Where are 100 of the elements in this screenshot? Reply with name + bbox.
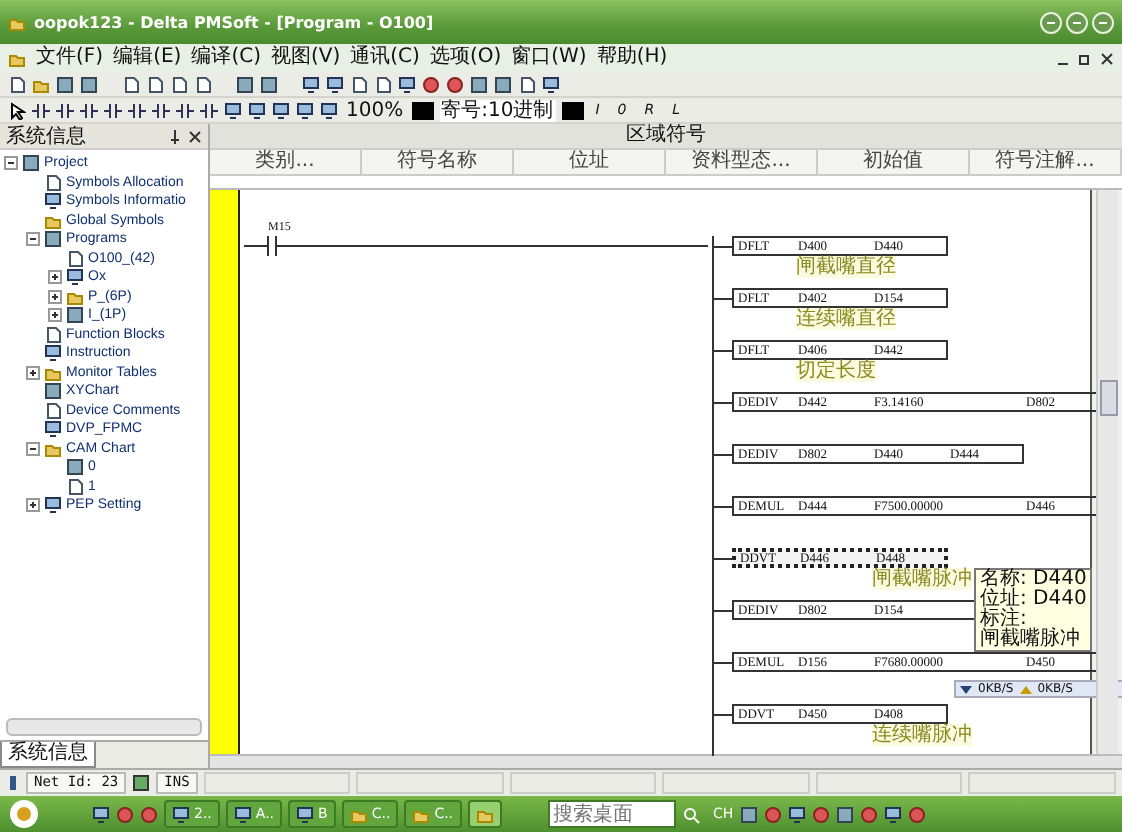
monitor-icon[interactable] bbox=[787, 805, 806, 823]
monitor-icon bbox=[44, 192, 62, 211]
monitor-icon[interactable] bbox=[248, 101, 266, 119]
monitor-icon bbox=[296, 805, 315, 823]
document-icon bbox=[66, 477, 84, 496]
expander-icon[interactable] bbox=[4, 156, 18, 171]
up-arrow-icon bbox=[1019, 683, 1032, 695]
square-icon[interactable] bbox=[56, 75, 74, 93]
operand-comment: 连续嘴直径 bbox=[796, 308, 896, 330]
contact-icon[interactable] bbox=[200, 101, 218, 119]
menu-item[interactable]: 文件(F) bbox=[36, 46, 104, 70]
monitor-icon bbox=[66, 268, 84, 287]
operand-comment: 闸截嘴直径 bbox=[796, 256, 896, 278]
square-icon bbox=[22, 154, 40, 173]
square-icon[interactable] bbox=[470, 75, 488, 93]
contact-icon[interactable] bbox=[80, 101, 98, 119]
panel-title: 系统信息 bbox=[6, 123, 86, 150]
scroll-thumb[interactable] bbox=[1100, 380, 1118, 416]
square-icon bbox=[66, 306, 84, 325]
monitor-icon[interactable] bbox=[320, 101, 338, 119]
expander-icon[interactable] bbox=[48, 308, 62, 323]
square-icon[interactable] bbox=[260, 75, 278, 93]
monitor-icon bbox=[44, 496, 62, 515]
folder-icon bbox=[475, 805, 494, 823]
expander-icon[interactable] bbox=[48, 289, 62, 304]
monitor-icon[interactable] bbox=[883, 805, 902, 823]
restore-icon[interactable] bbox=[1078, 51, 1092, 65]
color-swatch[interactable] bbox=[411, 101, 434, 119]
square-icon bbox=[44, 230, 62, 249]
contact-icon[interactable] bbox=[104, 101, 122, 119]
expander-icon[interactable] bbox=[26, 498, 40, 513]
menu-item[interactable]: 视图(V) bbox=[270, 46, 341, 70]
contact-icon[interactable] bbox=[152, 101, 170, 119]
square-icon[interactable] bbox=[494, 75, 512, 93]
menu-item[interactable]: 选项(O) bbox=[429, 46, 502, 70]
monitor-icon[interactable] bbox=[272, 101, 290, 119]
monitor-icon[interactable] bbox=[326, 75, 344, 93]
monitor-icon bbox=[44, 420, 62, 439]
menu-item[interactable]: 窗口(W) bbox=[511, 46, 587, 70]
color-swatch[interactable] bbox=[561, 101, 584, 119]
indicator-icon bbox=[132, 774, 151, 792]
menu-item[interactable]: 通讯(C) bbox=[350, 46, 420, 70]
document-icon bbox=[44, 401, 62, 420]
contact-icon[interactable] bbox=[176, 101, 194, 119]
contact-icon[interactable] bbox=[128, 101, 146, 119]
monitor-icon[interactable] bbox=[296, 101, 314, 119]
monitor-icon[interactable] bbox=[92, 805, 110, 823]
menu-item[interactable]: 编译(C) bbox=[191, 46, 261, 70]
column-header[interactable]: 符号注解... bbox=[970, 150, 1122, 174]
monitor-icon bbox=[44, 344, 62, 363]
flower-icon[interactable] bbox=[8, 798, 40, 830]
contact-icon[interactable] bbox=[56, 101, 74, 119]
expander-icon[interactable] bbox=[48, 270, 62, 285]
panel-tab[interactable]: 系统信息 bbox=[0, 742, 96, 768]
round-icon[interactable] bbox=[763, 805, 782, 823]
number-format-field[interactable]: 寄号:10进制 bbox=[439, 99, 556, 121]
monitor-icon[interactable] bbox=[302, 75, 320, 93]
round-icon[interactable] bbox=[907, 805, 926, 823]
column-header[interactable]: 资料型态... bbox=[666, 150, 818, 174]
vertical-scrollbar[interactable] bbox=[1096, 190, 1118, 754]
column-header[interactable]: 位址 bbox=[514, 150, 666, 174]
column-header[interactable]: 类别... bbox=[210, 150, 362, 174]
square-icon[interactable] bbox=[80, 75, 98, 93]
taskbar-button[interactable] bbox=[467, 800, 502, 828]
square-icon bbox=[66, 458, 84, 477]
search-field[interactable]: 搜索桌面 bbox=[547, 800, 676, 828]
horizontal-scrollbar[interactable] bbox=[210, 754, 1122, 768]
pointer-icon[interactable] bbox=[8, 101, 26, 119]
table-title: 区域符号 bbox=[210, 124, 1122, 150]
search-icon[interactable] bbox=[681, 805, 700, 823]
square-icon[interactable] bbox=[835, 805, 854, 823]
document-icon bbox=[44, 325, 62, 344]
square-icon bbox=[44, 382, 62, 401]
monitor-icon[interactable] bbox=[542, 75, 560, 93]
expander-icon[interactable] bbox=[26, 365, 40, 380]
monitor-icon[interactable] bbox=[398, 75, 416, 93]
folder-icon bbox=[44, 211, 62, 230]
folder-icon bbox=[349, 805, 368, 823]
pin-icon[interactable] bbox=[168, 129, 182, 143]
tooltip-line: 闸截嘴脉冲 bbox=[980, 630, 1082, 650]
down-arrow-icon bbox=[960, 683, 972, 695]
round-icon[interactable] bbox=[811, 805, 830, 823]
square-icon[interactable] bbox=[739, 805, 758, 823]
column-header[interactable]: 符号名称 bbox=[362, 150, 514, 174]
horizontal-scrollbar[interactable] bbox=[6, 718, 202, 736]
monitor-icon bbox=[233, 805, 252, 823]
contact-rung-drawing[interactable] bbox=[244, 236, 708, 256]
expander-icon[interactable] bbox=[26, 232, 40, 247]
round-icon[interactable] bbox=[859, 805, 878, 823]
folder-icon bbox=[44, 363, 62, 382]
menu-item[interactable]: 编辑(E) bbox=[113, 46, 182, 70]
square-icon[interactable] bbox=[236, 75, 254, 93]
document-icon bbox=[66, 249, 84, 268]
menu-item[interactable]: 帮助(H) bbox=[596, 46, 668, 70]
tooltip-line: 名称: D440 bbox=[980, 570, 1087, 590]
column-header[interactable]: 初始值 bbox=[818, 150, 970, 174]
folder-icon bbox=[44, 439, 62, 458]
monitor-icon[interactable] bbox=[224, 101, 242, 119]
contact-icon[interactable] bbox=[32, 101, 50, 119]
expander-icon[interactable] bbox=[26, 441, 40, 456]
